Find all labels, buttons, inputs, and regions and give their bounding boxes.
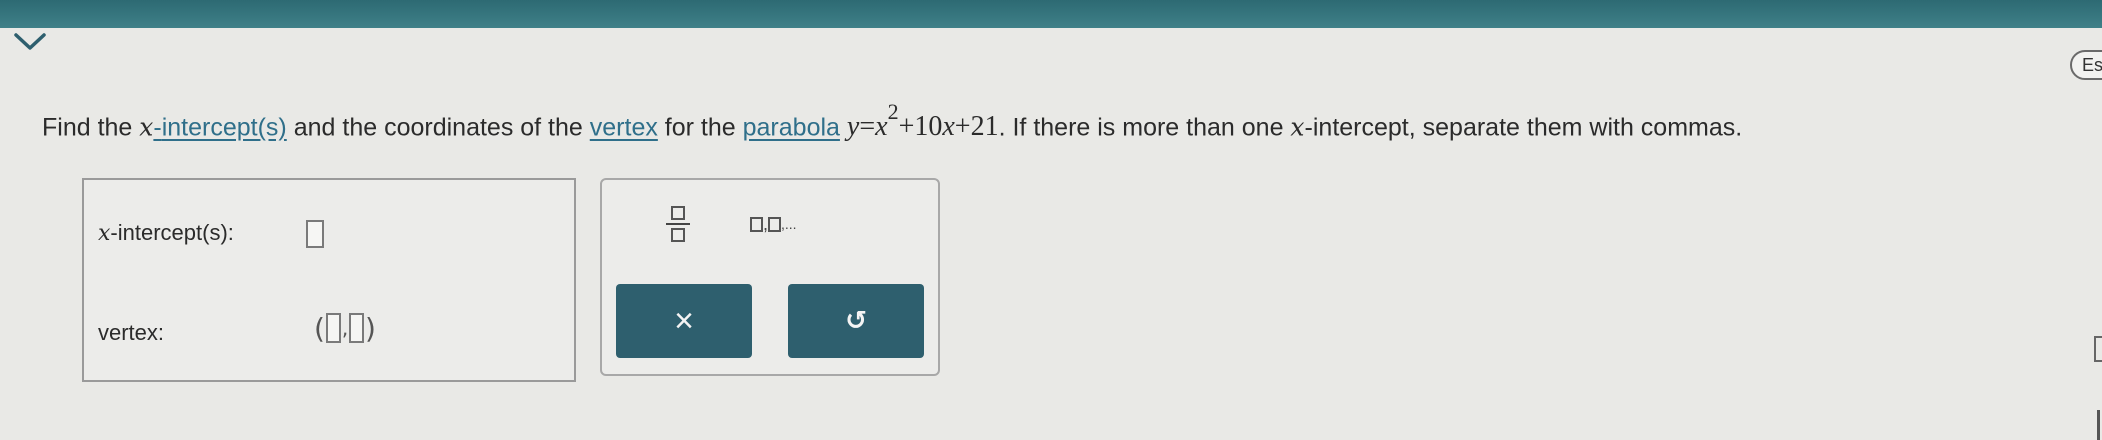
list-ellipsis: ,... [781,216,797,232]
undo-icon: ↺ [845,306,867,336]
list-slot-icon [768,216,782,232]
language-toggle-label: Esp [2082,54,2102,75]
top-bar [0,0,2102,28]
fraction-tool-button[interactable] [658,200,698,248]
fraction-denominator-icon [671,228,685,242]
x-intercepts-label: x-intercept(s): [98,220,234,246]
vertex-comma: , [341,316,349,340]
glossary-link-x-intercepts[interactable]: -intercept(s) [153,113,286,141]
question-text-part: Find the [42,113,140,142]
question-text: Find the x-intercept(s) and the coordina… [42,98,1742,147]
close-icon: × [674,301,694,340]
side-panel-edge [2097,410,2102,440]
language-toggle-button[interactable]: Esp [2070,50,2102,80]
vertex-input[interactable]: (,) [314,308,376,348]
question-text-part: -intercept, separate them with commas. [1304,113,1743,142]
question-text-part: . If there is more than one [998,113,1291,142]
question-variable: x [139,112,154,142]
vertex-y-slot[interactable] [349,313,365,343]
clear-button[interactable]: × [616,284,752,358]
list-slot-icon [750,216,763,232]
side-panel-handle[interactable] [2094,336,2102,362]
chevron-down-icon[interactable] [10,30,50,54]
glossary-link-parabola[interactable]: parabola [743,113,840,141]
question-text-part: and the coordinates of the [286,113,590,142]
vertex-x-slot[interactable] [325,313,341,343]
glossary-link-vertex[interactable]: vertex [590,113,658,141]
x-intercepts-input[interactable] [306,220,324,248]
math-tools-panel: ,,... × ↺ [600,178,940,376]
fraction-bar-icon [666,223,690,225]
undo-button[interactable]: ↺ [788,284,924,358]
question-text-part: for the [657,113,743,142]
fraction-numerator-icon [671,206,685,220]
vertex-label: vertex: [98,320,165,345]
vertex-close-paren: ) [365,311,376,345]
parabola-equation: y=x2+10x+21 [846,99,999,143]
answer-panel: x-intercept(s): vertex: (,) [82,178,576,382]
vertex-open-paren: ( [314,311,325,345]
list-tool-button[interactable]: ,,... [750,210,797,238]
question-variable: x [1290,112,1305,142]
